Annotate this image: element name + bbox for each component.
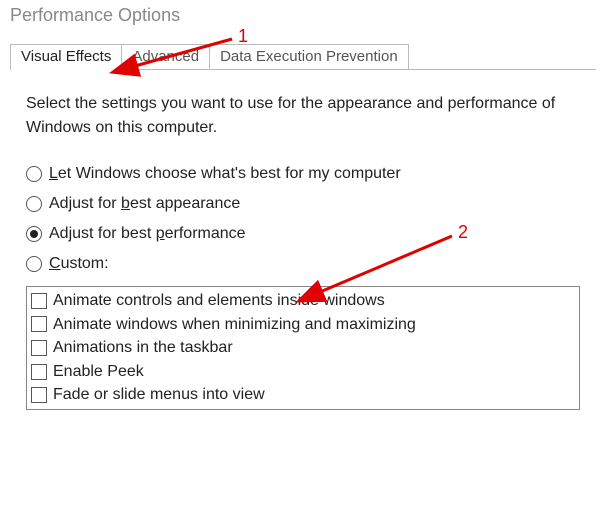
tab-advanced[interactable]: Advanced <box>121 44 210 69</box>
radio-label: Custom: <box>49 256 109 272</box>
tab-panel-visual-effects: Select the settings you want to use for … <box>10 69 596 410</box>
check-animate-controls[interactable]: Animate controls and elements inside win… <box>31 289 575 313</box>
visual-effects-list[interactable]: Animate controls and elements inside win… <box>26 286 580 410</box>
radio-best-performance[interactable]: Adjust for best performance <box>26 226 580 242</box>
check-enable-peek[interactable]: Enable Peek <box>31 360 575 384</box>
checkbox-icon <box>31 316 47 332</box>
check-label: Fade or slide menus into view <box>53 384 265 406</box>
radio-label: Adjust for best appearance <box>49 196 240 212</box>
radio-icon <box>26 196 42 212</box>
check-label: Animations in the taskbar <box>53 337 233 359</box>
check-fade-menus[interactable]: Fade or slide menus into view <box>31 383 575 407</box>
checkbox-icon <box>31 340 47 356</box>
radio-let-windows-choose[interactable]: Let Windows choose what's best for my co… <box>26 166 580 182</box>
check-label: Enable Peek <box>53 361 144 383</box>
radio-icon <box>26 166 42 182</box>
radio-icon <box>26 256 42 272</box>
radio-best-appearance[interactable]: Adjust for best appearance <box>26 196 580 212</box>
checkbox-icon <box>31 293 47 309</box>
tab-visual-effects[interactable]: Visual Effects <box>10 44 122 69</box>
check-label: Animate windows when minimizing and maxi… <box>53 314 416 336</box>
radio-icon <box>26 226 42 242</box>
check-animations-taskbar[interactable]: Animations in the taskbar <box>31 336 575 360</box>
radio-label: Adjust for best performance <box>49 226 246 242</box>
window-title: Performance Options <box>0 0 600 31</box>
checkbox-icon <box>31 364 47 380</box>
intro-text: Select the settings you want to use for … <box>26 92 580 140</box>
tab-dep[interactable]: Data Execution Prevention <box>209 44 409 69</box>
check-animate-windows[interactable]: Animate windows when minimizing and maxi… <box>31 313 575 337</box>
tab-strip: Visual Effects Advanced Data Execution P… <box>10 41 600 69</box>
checkbox-icon <box>31 387 47 403</box>
check-label: Animate controls and elements inside win… <box>53 290 385 312</box>
radio-custom[interactable]: Custom: <box>26 256 580 272</box>
radio-label: Let Windows choose what's best for my co… <box>49 166 401 182</box>
